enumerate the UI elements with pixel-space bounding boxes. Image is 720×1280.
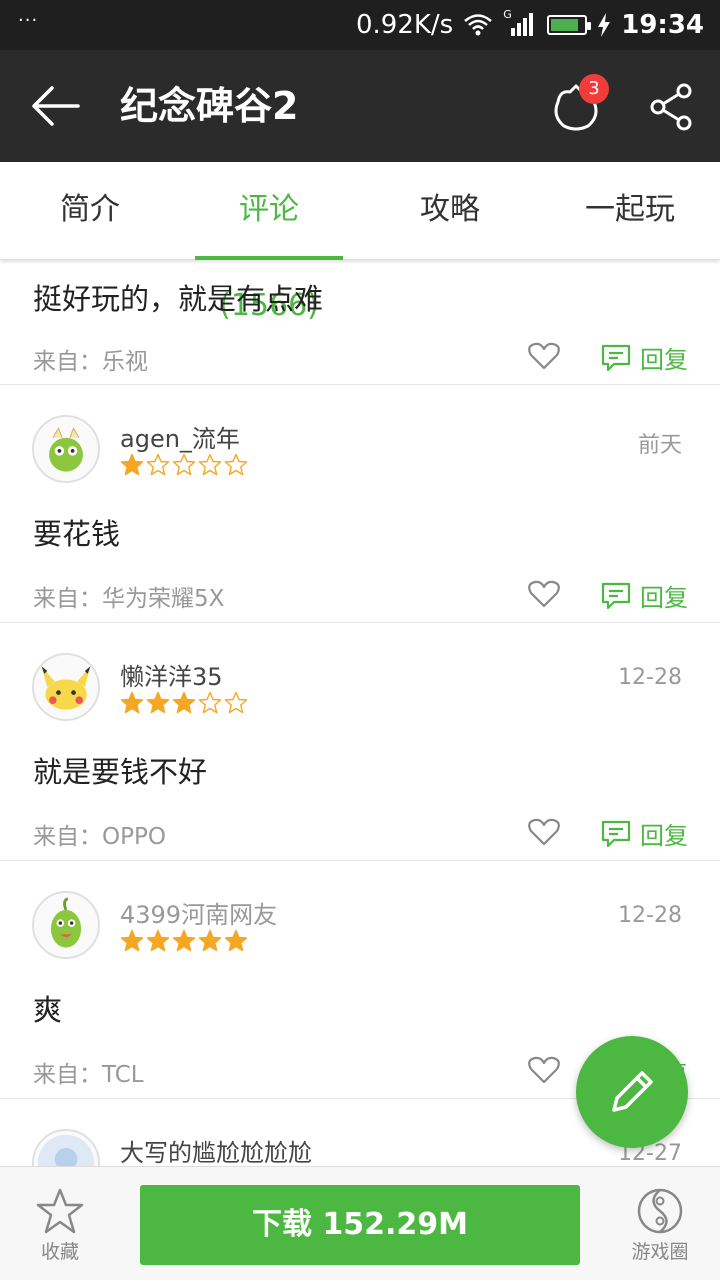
favorite-label: 收藏 — [40, 1241, 79, 1263]
username[interactable]: 懒洋洋35 — [120, 657, 223, 692]
comment-device: 来自：OPPO — [33, 824, 166, 850]
reply-bubble-icon — [601, 820, 631, 847]
gift-count-badge: 3 — [579, 74, 609, 104]
comment-list[interactable]: 挺好玩的，就是有点难 来自：乐视 回复 agen_流年 前天 要花钱 来自：华为… — [0, 260, 720, 1166]
like-heart-icon[interactable] — [528, 818, 560, 846]
reply-label: 回复 — [640, 822, 688, 850]
page-title: 纪念碑谷2 — [120, 84, 299, 128]
reply-label: 回复 — [640, 584, 688, 612]
rating-stars — [120, 691, 248, 715]
favorite-button[interactable]: 收藏 — [20, 1187, 100, 1264]
comment-date: 前天 — [637, 433, 682, 458]
comment-text: 要花钱 — [33, 517, 121, 551]
game-circle-label: 游戏圈 — [631, 1241, 689, 1263]
app-bar: 纪念碑谷2 3 — [0, 50, 720, 162]
game-circle-button[interactable]: 游戏圈 — [620, 1187, 700, 1264]
avatar[interactable] — [32, 653, 100, 721]
star-empty-icon — [198, 453, 222, 476]
reply-button[interactable]: 回复 — [600, 340, 688, 375]
download-label: 下载 152.29M — [251, 1207, 469, 1242]
reply-label: 回复 — [640, 346, 688, 374]
clock: 19:34 — [621, 10, 704, 40]
reply-bubble-icon — [601, 344, 631, 371]
username[interactable]: 4399河南网友 — [120, 895, 277, 930]
comment-text: 挺好玩的，就是有点难 — [33, 282, 324, 316]
star-empty-icon — [224, 453, 248, 476]
avatar[interactable] — [32, 415, 100, 483]
notification-more-icon: ··· — [18, 10, 39, 31]
comment-device: 来自：华为荣耀5X — [33, 586, 225, 612]
star-filled-icon — [198, 929, 222, 952]
username[interactable]: agen_流年 — [120, 419, 240, 454]
star-filled-icon — [120, 453, 144, 476]
star-empty-icon — [146, 453, 170, 476]
star-filled-icon — [146, 691, 170, 714]
star-empty-icon — [198, 691, 222, 714]
comment-item: 挺好玩的，就是有点难 来自：乐视 回复 — [0, 260, 720, 385]
tab-comments[interactable]: 评论(1566) — [195, 162, 343, 323]
reply-button[interactable]: 回复 — [600, 578, 688, 613]
status-bar: ··· 0.92K/s G 19:34 — [0, 0, 720, 50]
like-heart-icon[interactable] — [528, 580, 560, 608]
star-filled-icon — [120, 691, 144, 714]
battery-icon — [547, 15, 592, 35]
like-heart-icon[interactable] — [528, 1056, 560, 1084]
username[interactable]: 大写的尴尬尬尬尬 — [120, 1133, 312, 1166]
star-filled-icon — [172, 691, 196, 714]
game-circle-icon — [637, 1188, 683, 1234]
cell-signal-icon: G — [503, 8, 537, 38]
tab-guides-label: 攻略 — [420, 192, 480, 227]
avatar[interactable] — [32, 891, 100, 959]
star-filled-icon — [172, 929, 196, 952]
comment-text: 爽 — [33, 993, 63, 1027]
write-comment-button[interactable] — [576, 1036, 688, 1148]
rating-stars — [120, 453, 248, 477]
like-heart-icon[interactable] — [528, 342, 560, 370]
network-speed: 0.92K/s — [355, 10, 454, 40]
back-arrow-icon[interactable] — [30, 84, 80, 128]
star-filled-icon — [146, 929, 170, 952]
tab-guides[interactable]: 攻略 — [400, 162, 500, 260]
star-outline-icon — [36, 1188, 84, 1234]
share-icon[interactable] — [650, 83, 694, 131]
bottom-bar: 收藏 下载 152.29M 游戏圈 — [0, 1166, 720, 1280]
reply-bubble-icon — [601, 582, 631, 609]
tab-bar: 简介 评论(1566) 攻略 一起玩 — [0, 162, 720, 323]
comment-text: 就是要钱不好 — [33, 755, 208, 789]
battery-level — [551, 19, 579, 31]
star-empty-icon — [172, 453, 196, 476]
tab-play-together-label: 一起玩 — [585, 192, 675, 227]
star-filled-icon — [120, 929, 144, 952]
reply-button[interactable]: 回复 — [600, 816, 688, 851]
comment-device: 来自：乐视 — [33, 349, 148, 375]
star-empty-icon — [224, 691, 248, 714]
tab-intro[interactable]: 简介 — [40, 162, 140, 260]
avatar[interactable] — [32, 1129, 100, 1166]
wifi-icon — [464, 14, 493, 36]
comment-device: 来自：TCL — [33, 1062, 144, 1088]
charging-icon — [598, 13, 611, 37]
comment-item: agen_流年 前天 要花钱 来自：华为荣耀5X 回复 — [0, 385, 720, 623]
pencil-icon — [612, 1071, 653, 1112]
tab-play-together[interactable]: 一起玩 — [570, 162, 690, 260]
comment-item: 懒洋洋35 12-28 就是要钱不好 来自：OPPO 回复 — [0, 623, 720, 861]
download-button[interactable]: 下载 152.29M — [140, 1185, 580, 1265]
comment-date: 12-28 — [618, 665, 682, 690]
star-filled-icon — [224, 929, 248, 952]
comment-date: 12-28 — [618, 903, 682, 928]
tab-intro-label: 简介 — [60, 192, 120, 227]
rating-stars — [120, 929, 248, 953]
